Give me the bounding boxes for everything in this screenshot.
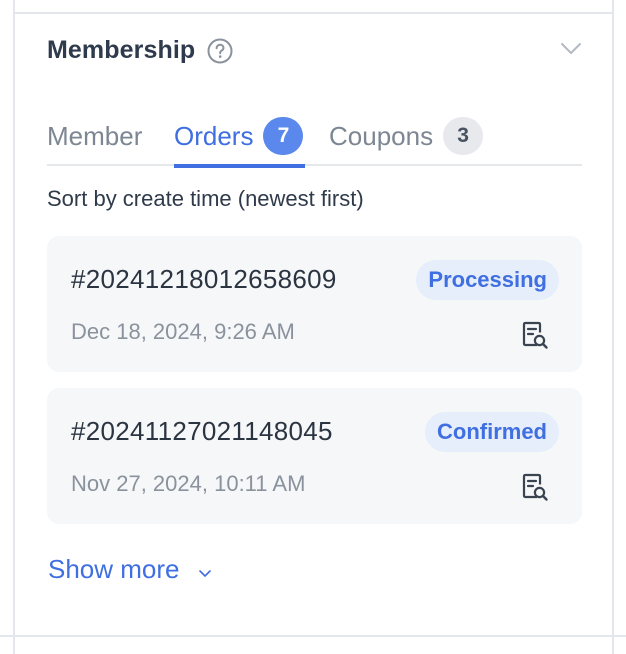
show-more-button[interactable]: Show more xyxy=(48,554,212,585)
coupons-count-badge: 3 xyxy=(443,117,484,155)
tab-label: Orders xyxy=(174,121,254,151)
order-card[interactable]: #20241127021148045 Confirmed Nov 27, 202… xyxy=(47,388,582,524)
tab-label: Coupons xyxy=(329,121,434,151)
question-circle-icon[interactable] xyxy=(207,38,233,64)
tab-label: Member xyxy=(47,121,143,151)
sort-description: Sort by create time (newest first) xyxy=(47,186,364,211)
order-date: Nov 27, 2024, 10:11 AM xyxy=(71,471,306,496)
tab-orders[interactable]: Orders 7 xyxy=(174,117,305,168)
panel-title: Membership xyxy=(47,36,196,64)
chevron-down-icon xyxy=(198,565,212,577)
tab-member[interactable]: Member xyxy=(47,118,142,166)
membership-panel: Membership Member Orders 7 Coupons 3 Sor… xyxy=(15,14,612,635)
tab-coupons[interactable]: Coupons 3 xyxy=(329,117,484,166)
order-detail-search-icon[interactable] xyxy=(521,473,549,503)
order-detail-search-icon[interactable] xyxy=(521,321,549,351)
panel-border-right xyxy=(612,0,614,654)
show-more-label: Show more xyxy=(48,554,180,584)
order-date: Dec 18, 2024, 9:26 AM xyxy=(71,319,295,344)
order-id: #20241127021148045 xyxy=(71,416,333,446)
panel-border-bottom xyxy=(0,635,626,637)
order-id: #20241218012658609 xyxy=(71,264,337,294)
status-badge: Processing xyxy=(416,260,559,300)
tab-bar: Member Orders 7 Coupons 3 xyxy=(47,117,582,168)
status-badge: Confirmed xyxy=(425,412,559,452)
panel-header: Membership xyxy=(47,36,233,65)
chevron-down-icon[interactable] xyxy=(558,38,584,58)
order-card[interactable]: #20241218012658609 Processing Dec 18, 20… xyxy=(47,236,582,372)
orders-count-badge: 7 xyxy=(263,117,304,155)
active-tab-indicator xyxy=(174,164,305,168)
